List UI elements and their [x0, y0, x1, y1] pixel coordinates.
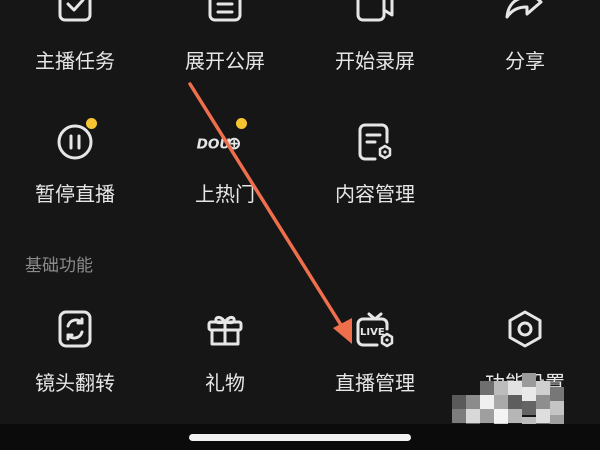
menu-item-pause-live[interactable]: 暂停直播 [0, 110, 150, 240]
menu-item-live-management[interactable]: LIVE 直播管理 [300, 295, 450, 425]
list-icon [201, 0, 249, 28]
dou-text: DOU [197, 136, 231, 152]
menu-item-label: 暂停直播 [35, 182, 115, 206]
live-tv-icon: LIVE [351, 305, 399, 353]
menu-item-hot-promote[interactable]: DOU 上热门 [150, 110, 300, 240]
share-arrow-icon [501, 0, 549, 28]
notification-badge [86, 118, 97, 129]
menu-item-label: 礼物 [205, 371, 245, 395]
menu-item-gift[interactable]: 礼物 [150, 295, 300, 425]
menu-item-label: 主播任务 [35, 49, 115, 73]
menu-item-label: 展开公屏 [185, 49, 265, 73]
menu-item-label: 上热门 [195, 182, 255, 206]
menu-item-share[interactable]: 分享 [450, 0, 600, 130]
menu-item-label: 分享 [505, 49, 545, 73]
section-title-basic-functions: 基础功能 [25, 256, 93, 276]
menu-item-flip-camera[interactable]: 镜头翻转 [0, 295, 150, 425]
task-check-icon [51, 0, 99, 28]
menu-item-label: 直播管理 [335, 371, 415, 395]
home-indicator[interactable] [189, 434, 411, 441]
notification-badge [236, 118, 247, 129]
menu-item-label: 开始录屏 [335, 49, 415, 73]
menu-item-content-management[interactable]: 内容管理 [300, 110, 450, 240]
menu-item-label: 镜头翻转 [35, 371, 115, 395]
content-manage-icon [351, 118, 399, 166]
video-camera-icon [351, 0, 399, 28]
settings-hexagon-icon [501, 305, 549, 353]
gift-icon [201, 305, 249, 353]
camera-flip-icon [51, 305, 99, 353]
menu-item-label: 内容管理 [335, 182, 415, 206]
